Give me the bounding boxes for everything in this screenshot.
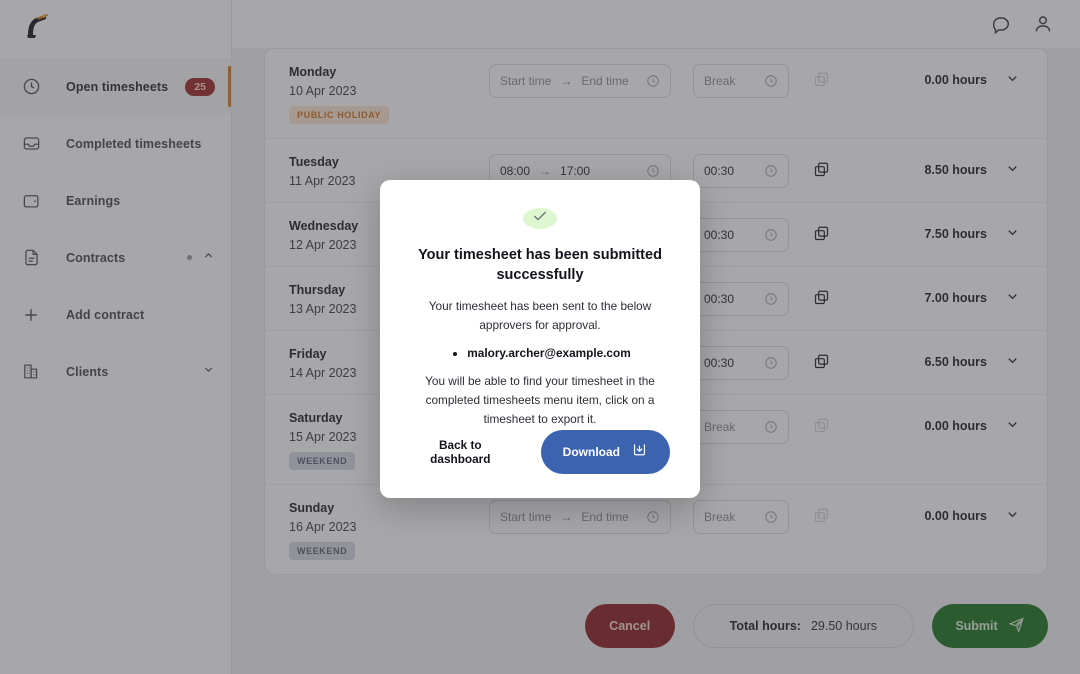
modal-note-text: You will be able to find your timesheet … — [425, 374, 655, 427]
download-button-label: Download — [562, 444, 620, 459]
modal-body-text: Your timesheet has been sent to the belo… — [428, 299, 652, 333]
submission-success-modal: Your timesheet has been submitted succes… — [380, 180, 700, 498]
approver-list: malory.archer@example.com — [449, 346, 630, 360]
checkmark-icon — [532, 208, 548, 229]
back-to-dashboard-button[interactable]: Back to dashboard — [410, 432, 511, 472]
success-badge — [523, 208, 557, 229]
download-button[interactable]: Download — [540, 429, 670, 474]
approver-email: malory.archer@example.com — [467, 346, 630, 360]
download-icon — [631, 442, 648, 462]
modal-actions: Back to dashboard Download — [410, 429, 670, 474]
app-root: Open timesheets 25 Completed timesheets — [0, 0, 1080, 674]
modal-title: Your timesheet has been submitted succes… — [418, 247, 662, 283]
